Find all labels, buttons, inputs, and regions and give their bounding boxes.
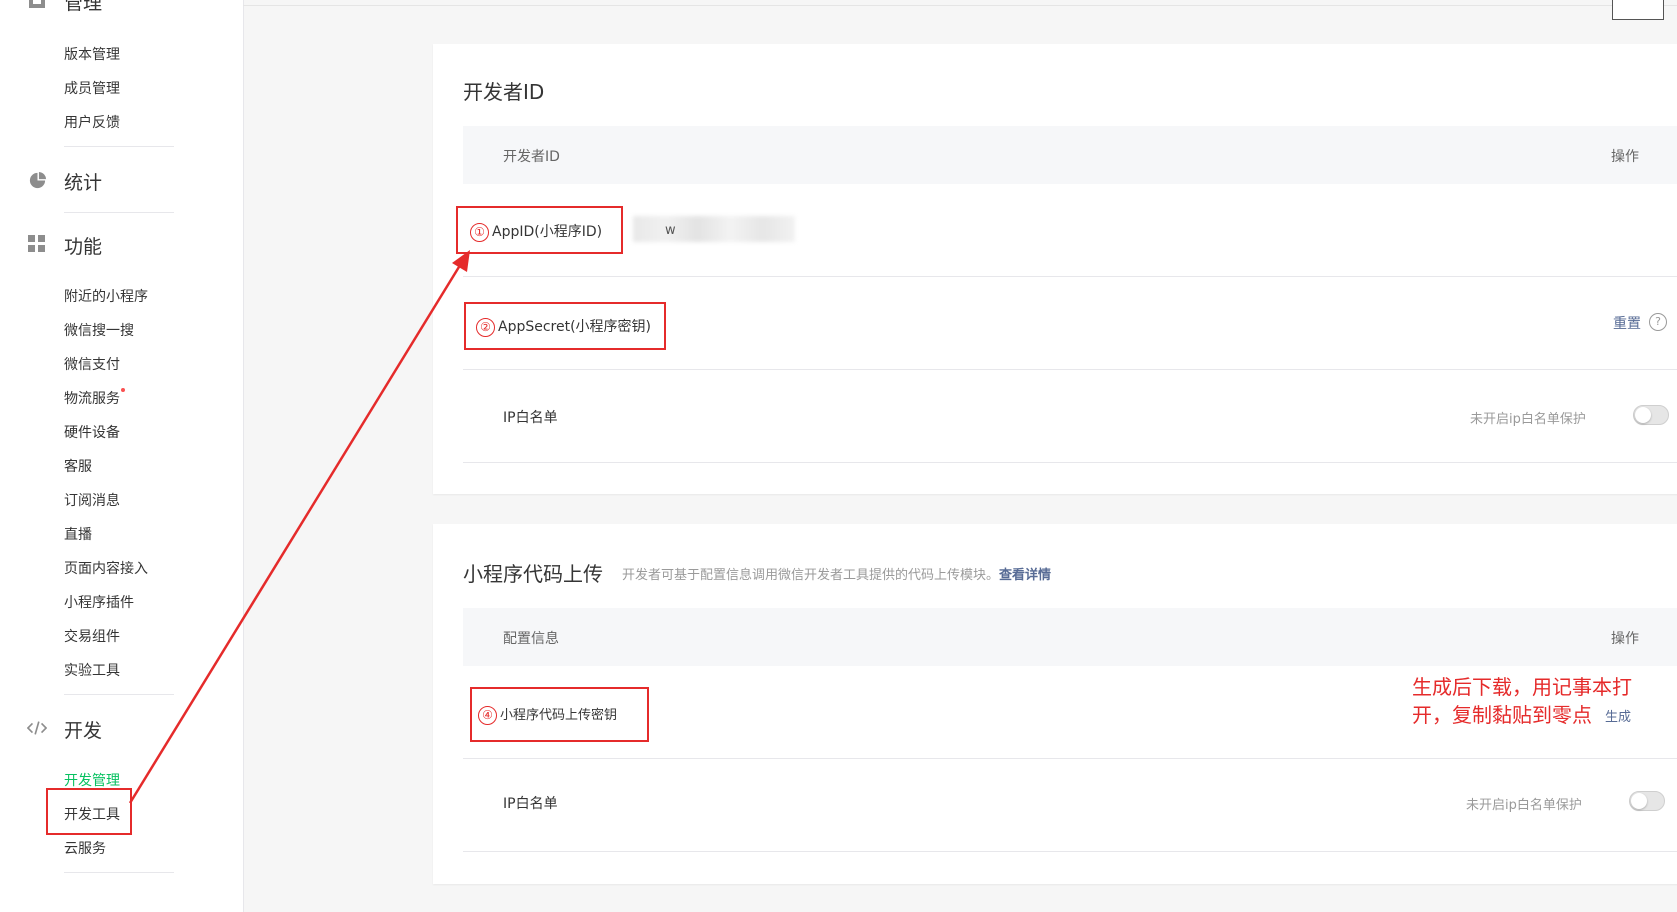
appid-label: ① AppID(小程序ID) [470, 221, 602, 242]
reset-secret-link[interactable]: 重置 [1613, 313, 1641, 333]
sidebar-item-wechat-search[interactable]: 微信搜一搜 [64, 320, 134, 340]
corner-widget[interactable] [1612, 0, 1664, 20]
new-badge-dot [121, 388, 125, 392]
manage-icon [27, 0, 47, 10]
sidebar-item-live[interactable]: 直播 [64, 524, 92, 544]
developer-id-table-header: 开发者ID 操作 [463, 126, 1677, 184]
sidebar-item-trade[interactable]: 交易组件 [64, 626, 120, 646]
appid-value-prefix: w [665, 223, 676, 238]
help-icon[interactable]: ? [1649, 313, 1667, 331]
code-upload-title: 小程序代码上传 [463, 562, 603, 586]
grid-icon [27, 234, 47, 254]
developer-id-card: 开发者ID 开发者ID 操作 重置 ? IP白名单 未开启ip白名单保护 [433, 44, 1677, 494]
header-divider [243, 5, 1677, 6]
step-number-4: ④ [478, 706, 497, 725]
sidebar-group-dev[interactable]: 开发 [64, 716, 102, 743]
developer-id-title: 开发者ID [463, 80, 545, 104]
upload-ip-whitelist-row: IP白名单 未开启ip白名单保护 [463, 759, 1677, 852]
sidebar-item-cloud[interactable]: 云服务 [64, 838, 106, 858]
ip-whitelist-toggle[interactable] [1633, 405, 1669, 425]
col-header-action: 操作 [1611, 631, 1639, 647]
appsecret-label: ② AppSecret(小程序密钥) [476, 316, 651, 337]
sidebar-divider [64, 872, 174, 873]
sidebar-divider [64, 146, 174, 147]
pie-chart-icon [27, 170, 47, 190]
description-text: 开发者可基于配置信息调用微信开发者工具提供的代码上传模块。 [622, 568, 1000, 583]
ip-whitelist-row: IP白名单 未开启ip白名单保护 [463, 370, 1677, 463]
sidebar: 管理 版本管理 成员管理 用户反馈 统计 功能 附近的小程序 微信搜一搜 微信支… [0, 0, 244, 912]
annotation-box-dev-manage [46, 788, 132, 835]
sidebar-item-members[interactable]: 成员管理 [64, 78, 120, 98]
code-upload-table-header: 配置信息 操作 [463, 608, 1677, 666]
ip-whitelist-label: IP白名单 [503, 410, 558, 426]
col-header-name: 开发者ID [503, 149, 560, 165]
ip-whitelist-status: 未开启ip白名单保护 [1466, 798, 1582, 813]
sidebar-item-hardware[interactable]: 硬件设备 [64, 422, 120, 442]
appid-value-blurred [633, 216, 795, 242]
annotation-note: 生成后下载，用记事本打开，复制黏贴到零点 [1412, 675, 1632, 727]
appid-label-text: AppID(小程序ID) [492, 224, 603, 240]
ip-whitelist-label: IP白名单 [503, 796, 558, 812]
upload-key-label: ④ 小程序代码上传密钥 [478, 704, 617, 725]
col-header-action: 操作 [1611, 149, 1639, 165]
step-number-1: ① [470, 223, 489, 242]
view-details-link[interactable]: 查看详情 [999, 568, 1051, 583]
code-upload-description: 开发者可基于配置信息调用微信开发者工具提供的代码上传模块。查看详情 [622, 564, 1051, 583]
ip-whitelist-status: 未开启ip白名单保护 [1470, 412, 1586, 427]
sidebar-item-nearby[interactable]: 附近的小程序 [64, 286, 148, 306]
sidebar-item-version[interactable]: 版本管理 [64, 44, 120, 64]
sidebar-item-customer-service[interactable]: 客服 [64, 456, 92, 476]
upload-key-label-text: 小程序代码上传密钥 [500, 708, 618, 723]
sidebar-divider [64, 212, 174, 213]
sidebar-item-lab[interactable]: 实验工具 [64, 660, 120, 680]
sidebar-item-dev-manage[interactable]: 开发管理 [64, 770, 120, 790]
col-header-config: 配置信息 [503, 631, 559, 647]
sidebar-item-feedback[interactable]: 用户反馈 [64, 112, 120, 132]
sidebar-group-stats[interactable]: 统计 [64, 168, 102, 195]
step-number-2: ② [476, 318, 495, 337]
appsecret-label-text: AppSecret(小程序密钥) [498, 319, 652, 335]
sidebar-item-subscribe[interactable]: 订阅消息 [64, 490, 120, 510]
sidebar-group-features[interactable]: 功能 [64, 232, 102, 259]
sidebar-item-logistics[interactable]: 物流服务 [64, 388, 125, 408]
sidebar-divider [64, 694, 174, 695]
sidebar-group-manage[interactable]: 管理 [64, 0, 102, 15]
sidebar-item-page-content[interactable]: 页面内容接入 [64, 558, 148, 578]
sidebar-item-wechat-pay[interactable]: 微信支付 [64, 354, 120, 374]
upload-ip-whitelist-toggle[interactable] [1629, 791, 1665, 811]
code-icon [27, 718, 47, 738]
sidebar-item-plugins[interactable]: 小程序插件 [64, 592, 134, 612]
sidebar-item-label: 物流服务 [64, 391, 120, 407]
